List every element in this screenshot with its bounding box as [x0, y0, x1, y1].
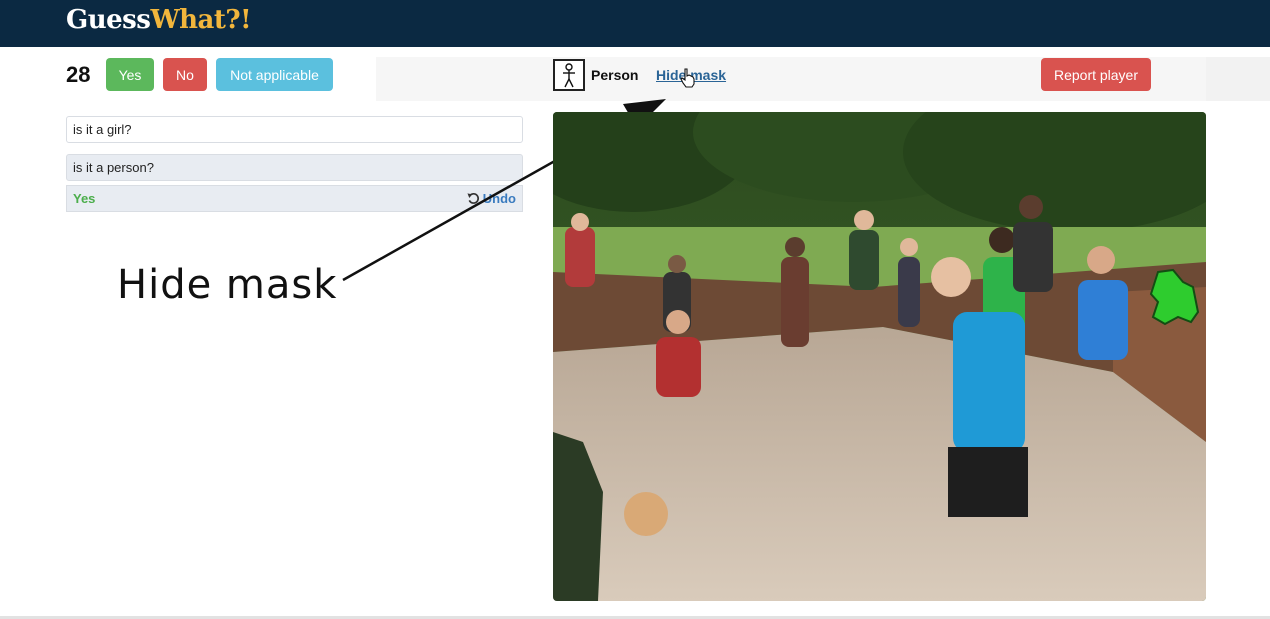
question-text: is it a person? [73, 160, 154, 175]
question-history-item: is it a person? [66, 154, 523, 181]
toolbar-background-right [1206, 57, 1270, 101]
report-player-button[interactable]: Report player [1041, 58, 1151, 91]
question-counter: 28 [66, 62, 91, 87]
undo-label: Undo [482, 191, 516, 206]
person-icon [553, 59, 585, 91]
undo-icon [467, 193, 479, 204]
question-input[interactable]: is it a girl? [66, 116, 523, 143]
brand-logo[interactable]: GuessWhat?! [66, 4, 252, 36]
answer-label: Yes [73, 191, 96, 206]
target-category-label: Person [591, 67, 639, 83]
brand-part1: Guess [66, 5, 151, 35]
navbar: GuessWhat?! [0, 0, 1270, 47]
answer-row: Yes Undo [66, 185, 523, 212]
annotation-callout: Hide mask [117, 262, 338, 308]
not-applicable-button[interactable]: Not applicable [216, 58, 333, 91]
undo-button[interactable]: Undo [467, 191, 516, 206]
brand-part2: What?! [150, 5, 252, 35]
question-text: is it a girl? [73, 122, 132, 137]
yes-button[interactable]: Yes [106, 58, 154, 91]
game-image[interactable] [553, 112, 1206, 601]
no-button[interactable]: No [163, 58, 207, 91]
hand-cursor-icon [680, 68, 696, 88]
